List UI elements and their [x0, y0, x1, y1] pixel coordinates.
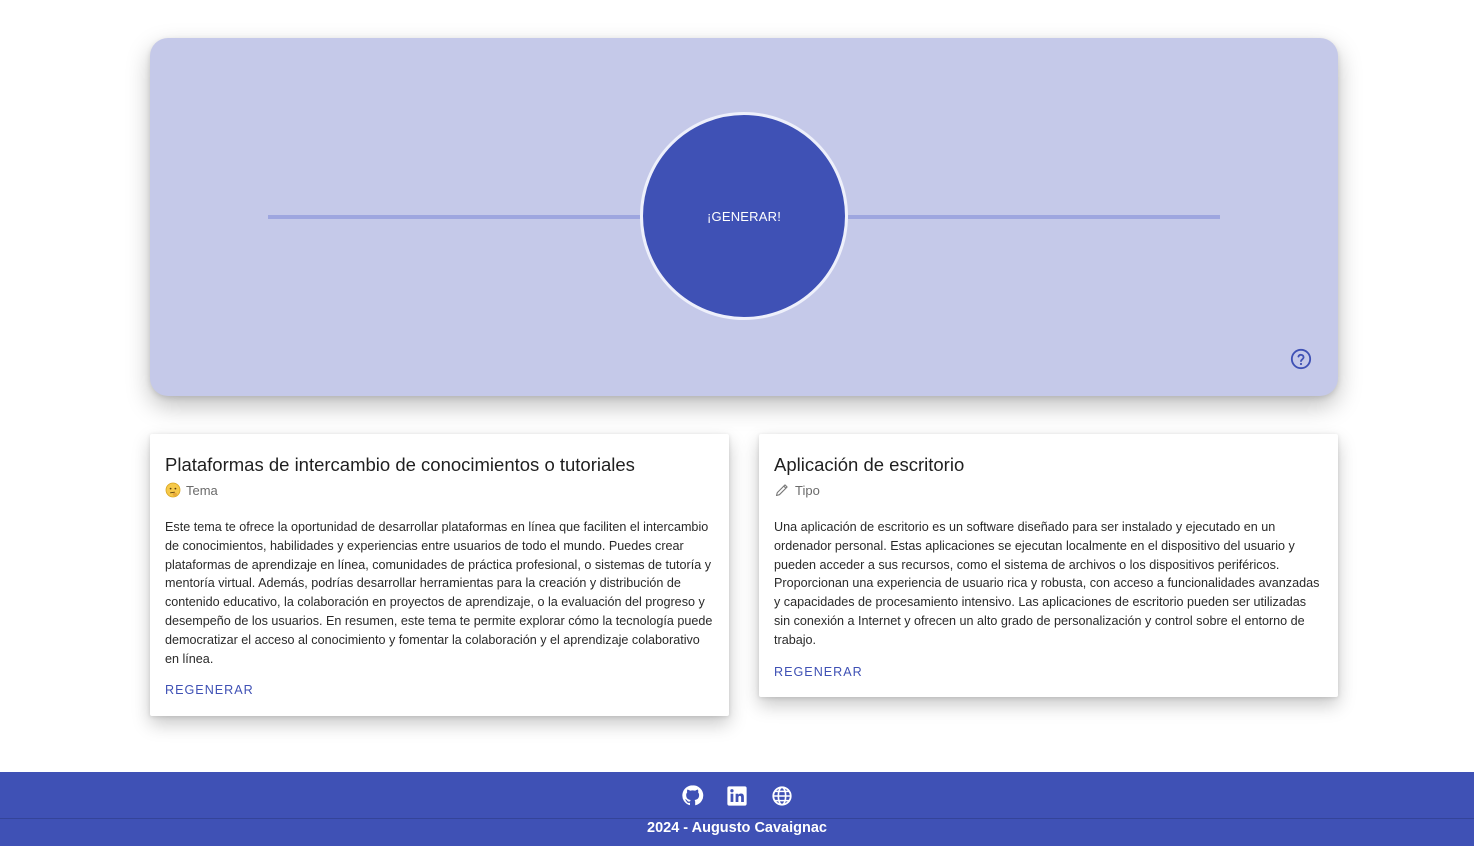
card-description: Este tema te ofrece la oportunidad de de… — [165, 520, 713, 666]
decorative-line-left — [268, 215, 640, 219]
footer-copyright: 2024 - Augusto Cavaignac — [647, 820, 827, 836]
card-subtitle: Tipo — [774, 481, 1323, 499]
github-icon[interactable] — [681, 784, 704, 807]
thinking-face-icon — [165, 482, 181, 498]
card-title: Aplicación de escritorio — [774, 454, 965, 475]
regenerate-button[interactable]: REGENERAR — [774, 665, 863, 679]
regenerate-button[interactable]: REGENERAR — [165, 683, 254, 697]
card-title: Plataformas de intercambio de conocimien… — [165, 454, 635, 475]
footer-links — [0, 784, 1474, 807]
generate-button[interactable]: ¡GENERAR! — [640, 112, 848, 320]
type-card: Aplicación de escritorio Tipo Una aplica… — [759, 434, 1338, 697]
decorative-line-right — [848, 215, 1220, 219]
help-circle-icon[interactable] — [1290, 348, 1312, 370]
footer-divider — [0, 818, 1474, 819]
pencil-icon — [774, 482, 790, 498]
card-subtitle-label: Tipo — [795, 482, 820, 498]
card-subtitle-label: Tema — [186, 482, 218, 498]
globe-icon[interactable] — [771, 784, 794, 807]
footer: 2024 - Augusto Cavaignac — [0, 772, 1474, 846]
card-description: Una aplicación de escritorio es un softw… — [774, 520, 1320, 647]
card-subtitle: Tema — [165, 481, 714, 499]
topic-card: Plataformas de intercambio de conocimien… — [150, 434, 729, 716]
generator-panel: ¡GENERAR! — [150, 38, 1338, 396]
linkedin-icon[interactable] — [726, 784, 749, 807]
